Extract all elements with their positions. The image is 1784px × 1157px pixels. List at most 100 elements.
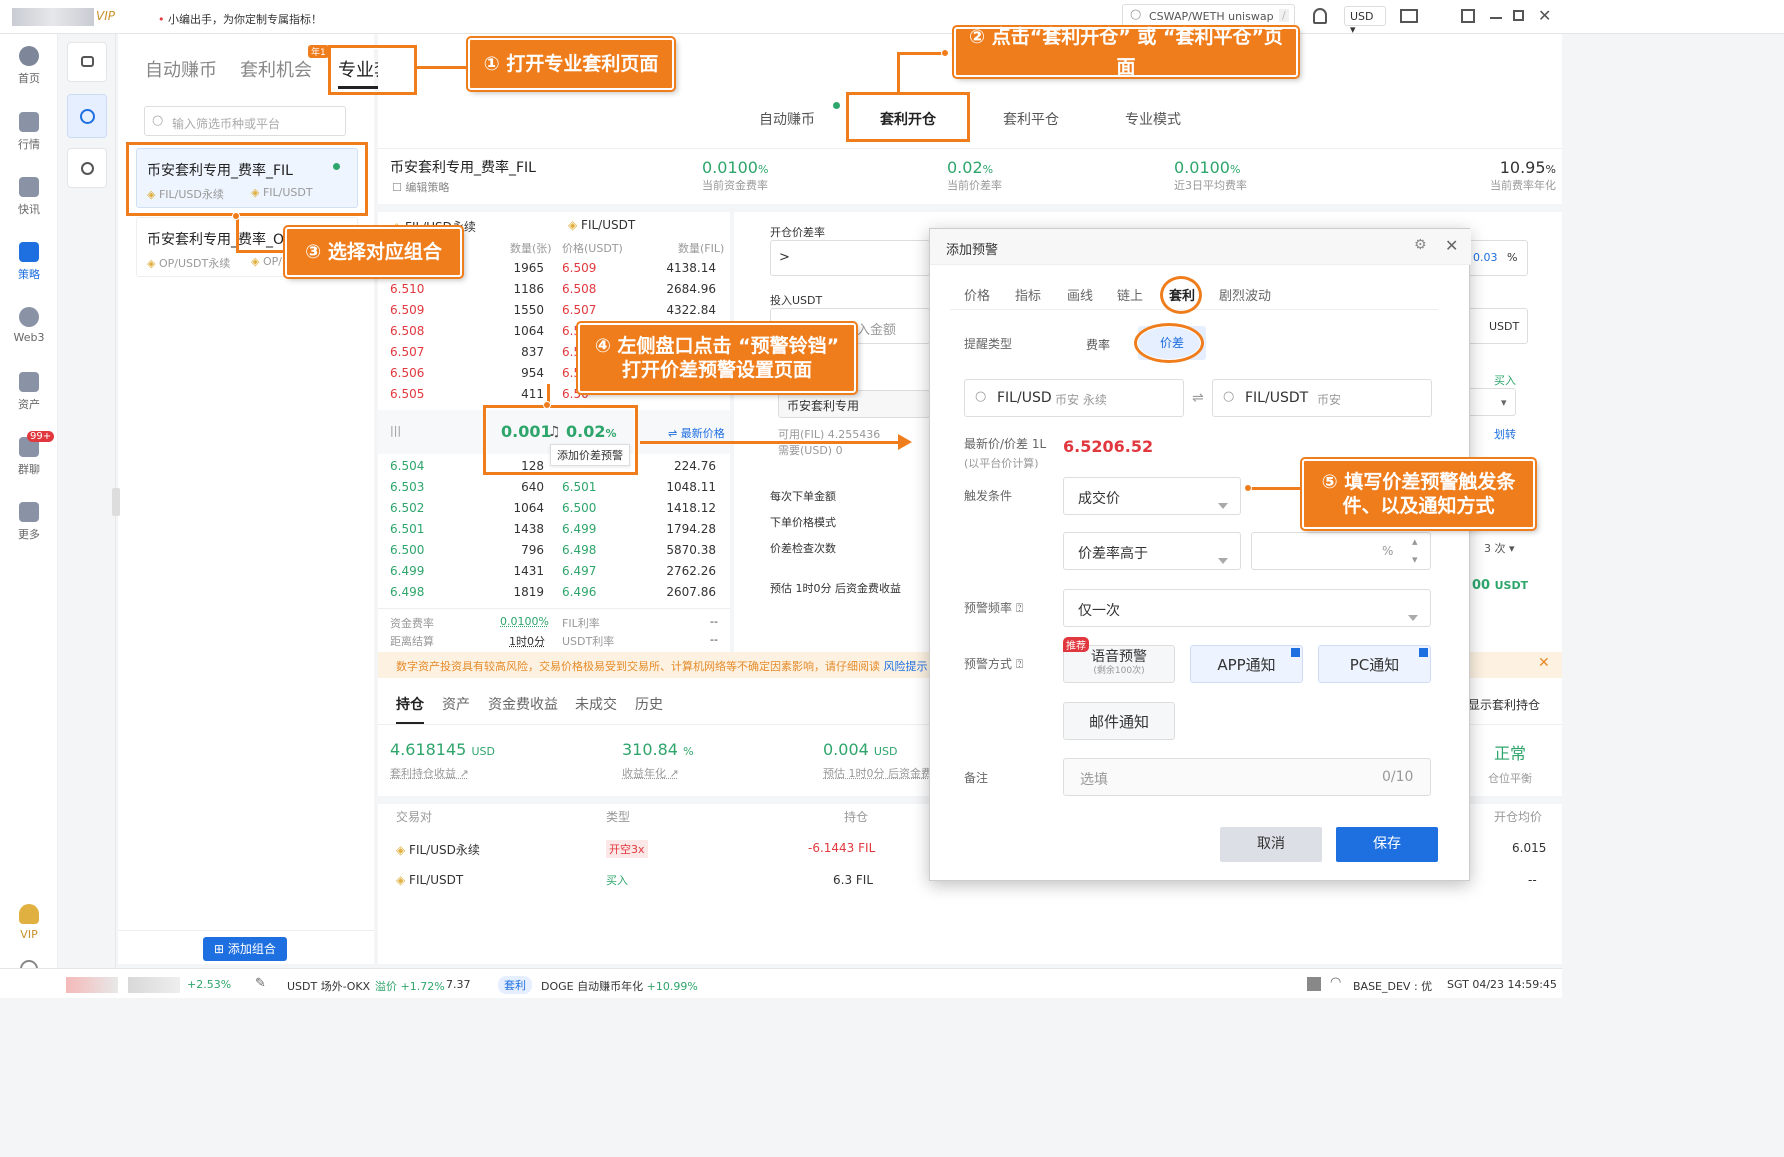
nav-home[interactable]: 首页 — [0, 46, 58, 86]
buy-label[interactable]: 买入 — [1494, 372, 1516, 388]
nav-strategy[interactable]: 策略 — [0, 242, 58, 282]
collapse-handle[interactable] — [112, 488, 120, 516]
close-banner-icon[interactable]: ✕ — [1538, 655, 1550, 671]
premium-price: 7.37 — [446, 978, 471, 991]
close-icon[interactable]: ✕ — [1538, 6, 1551, 25]
latest-price-toggle[interactable]: ⇌ 最新价格 — [668, 425, 725, 441]
col-price: 价格(USDT) — [562, 242, 623, 255]
nav-web3[interactable]: Web3 — [0, 307, 58, 344]
nav-news[interactable]: 快讯 — [0, 177, 58, 217]
bid-row[interactable]: 6.502 1064 6.500 1418.12 — [378, 498, 730, 519]
alert-tab-price[interactable]: 价格 — [964, 285, 990, 304]
nav-assets[interactable]: 资产 — [0, 372, 58, 412]
callout-step-4: ④ 左侧盘口点击 “预警铃铛” 打开价差预警设置页面 — [578, 323, 856, 393]
stat-label: 预估 1时0分 后资金费 — [823, 767, 932, 780]
bid-row[interactable]: 6.503 640 6.501 1048.11 — [378, 477, 730, 498]
alert-tab-volatility[interactable]: 剧烈波动 — [1219, 285, 1271, 304]
condition-select[interactable]: 价差率高于 — [1063, 532, 1241, 570]
balance-status: 正常 — [1493, 744, 1526, 763]
save-button[interactable]: 保存 — [1336, 827, 1438, 862]
tab-auto-earn[interactable]: 自动赚币 — [145, 56, 217, 82]
usdt-rate-value: -- — [710, 633, 718, 646]
notify-label-text: 预警方式 — [964, 657, 1013, 671]
email-notify-button[interactable]: 邮件通知 — [1063, 702, 1175, 740]
callout-step-2: ② 点击“套利开仓” 或 “套利平仓”页面 — [954, 26, 1298, 78]
notice-text[interactable]: • 小编出手，为你定制专属指标！ — [158, 11, 322, 27]
subtab-auto-earn[interactable]: 自动赚币 — [759, 109, 815, 129]
nav-market[interactable]: 行情 — [0, 112, 58, 152]
ask-row[interactable]: 6.509 1550 6.507 4322.84 — [378, 300, 730, 321]
trigger-select[interactable]: 成交价 — [1063, 477, 1241, 515]
type-funding[interactable]: 费率 — [1086, 336, 1110, 353]
mail-icon[interactable] — [1400, 9, 1418, 23]
alert-tab-drawing[interactable]: 画线 — [1067, 285, 1093, 304]
vip-badge[interactable]: VIP — [96, 9, 115, 23]
user-avatar-blurred[interactable] — [12, 8, 94, 26]
side-select[interactable]: ▾ — [1468, 388, 1516, 416]
frequency-select[interactable]: 仅一次 — [1063, 589, 1431, 627]
invest-unit-box[interactable]: USDT — [1468, 308, 1528, 344]
balance-label: 仓位平衡 — [1488, 772, 1532, 785]
open-spread-input[interactable]: > — [770, 240, 930, 276]
app-notify-button[interactable]: APP通知 — [1190, 645, 1303, 683]
alert-tab-onchain[interactable]: 链上 — [1117, 285, 1143, 304]
chat-badge: 99+ — [27, 431, 55, 442]
combo-filter-input[interactable]: ○ 输入筛选币种或平台 — [144, 106, 346, 136]
edit-strategy-link[interactable]: ☐ 编辑策略 — [392, 179, 449, 195]
stepper-up-icon[interactable]: ▴ — [1412, 535, 1418, 548]
check-count-select[interactable]: 3 次 ▾ — [1484, 540, 1515, 556]
ask-row[interactable]: 6.510 1186 6.508 2684.96 — [378, 279, 730, 300]
depth-icon[interactable]: ||| — [390, 424, 401, 437]
tab-assets[interactable]: 资产 — [442, 694, 470, 714]
tab-history[interactable]: 历史 — [635, 694, 663, 714]
maximize-icon[interactable] — [1513, 10, 1524, 21]
arbitrage-tool-icon[interactable] — [67, 94, 107, 138]
add-spread-alert-tooltip[interactable]: 添加价差预警 — [550, 444, 630, 466]
minimize-icon[interactable] — [1490, 17, 1502, 19]
cancel-button[interactable]: 取消 — [1220, 827, 1322, 862]
pc-notify-button[interactable]: PC通知 — [1318, 645, 1431, 683]
robot-tool-icon[interactable] — [67, 42, 107, 82]
stat-label: 收益年化 — [622, 767, 666, 780]
currency-select[interactable]: USD ▾ — [1344, 6, 1386, 36]
pencil-icon[interactable]: ✎ — [255, 976, 266, 991]
tab-arb-opportunity[interactable]: 套利机会 — [240, 56, 312, 82]
stepper-down-icon[interactable]: ▾ — [1412, 553, 1418, 566]
subtab-close-position[interactable]: 套利平仓 — [1003, 109, 1059, 129]
show-arb-positions-toggle[interactable]: 显示套利持仓 — [1468, 696, 1540, 713]
alert-tab-indicator[interactable]: 指标 — [1015, 285, 1041, 304]
callout-step-1: ① 打开专业套利页面 — [468, 38, 674, 90]
spread-rate-right[interactable]: 0.03% — [1468, 240, 1528, 276]
pair1-input[interactable]: ○ FIL/USD 币安 永续 — [964, 379, 1184, 417]
estimated-funding-value: 00 USDT — [1472, 578, 1528, 593]
subtab-pro-mode[interactable]: 专业模式 — [1125, 109, 1181, 129]
tab-positions[interactable]: 持仓 — [396, 694, 424, 724]
row-avg: -- — [1528, 873, 1537, 887]
tab-funding-income[interactable]: 资金费收益 — [488, 694, 558, 714]
bid-row[interactable]: 6.498 1819 6.496 2607.86 — [378, 582, 730, 603]
transfer-link[interactable]: 划转 — [1494, 426, 1516, 442]
help-icon[interactable] — [1307, 977, 1321, 991]
bid-row[interactable]: 6.500 796 6.498 5870.38 — [378, 540, 730, 561]
close-dialog-icon[interactable]: ✕ — [1445, 236, 1458, 255]
history-tool-icon[interactable] — [67, 148, 107, 188]
gear-icon[interactable]: ⚙ — [1414, 237, 1427, 253]
swap-icon[interactable]: ⇌ — [1192, 390, 1204, 406]
book-right-header: ◈ FIL/USDT — [568, 218, 636, 232]
account-select[interactable]: 币安套利专用 — [778, 390, 930, 418]
nav-vip[interactable]: VIP — [0, 904, 58, 941]
row-qty-fil: 224.76 — [674, 459, 716, 473]
note-input[interactable]: 选填 0/10 — [1063, 758, 1431, 796]
tab-open-orders[interactable]: 未成交 — [575, 694, 617, 714]
bid-row[interactable]: 6.499 1431 6.497 2762.26 — [378, 561, 730, 582]
connector-dot — [1244, 484, 1252, 492]
bid-row[interactable]: 6.501 1438 6.499 1794.28 — [378, 519, 730, 540]
nav-chat[interactable]: 群聊 99+ — [0, 431, 58, 477]
spread-value-input[interactable]: % ▴ ▾ — [1251, 532, 1431, 570]
usdt-otc-label: USDT 场外-OKX — [287, 980, 371, 993]
bell-icon[interactable] — [1313, 8, 1327, 24]
row-qty-fil: 4138.14 — [666, 261, 716, 275]
nav-more[interactable]: 更多 — [0, 502, 58, 542]
pair2-input[interactable]: ○ FIL/USDT 币安 — [1212, 379, 1432, 417]
layout-icon[interactable] — [1461, 9, 1475, 23]
